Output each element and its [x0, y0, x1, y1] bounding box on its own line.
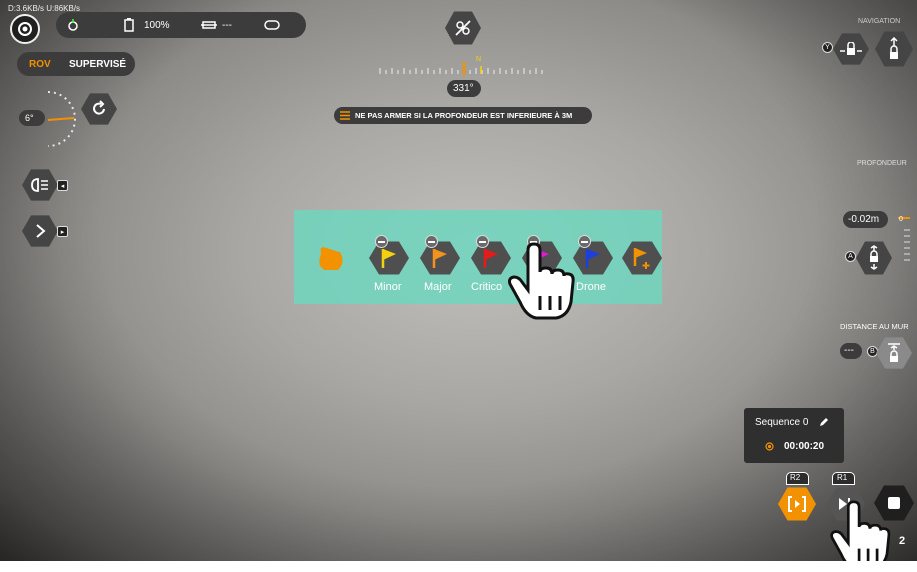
- camera-view: D:3.6KB/s U:86KB/s 100% --- ROV SUPERVIS…: [0, 0, 917, 561]
- warning-banner: NE PAS ARMER SI LA PROFONDEUR EST INFERI…: [334, 107, 592, 124]
- r1-key-badge: R1: [832, 472, 855, 485]
- disarm-button[interactable]: [445, 11, 481, 45]
- depth-lock-button[interactable]: [856, 241, 892, 275]
- edit-pencil-icon[interactable]: [819, 417, 829, 427]
- add-flag-icon: [633, 248, 650, 269]
- flag-major-icon: [432, 249, 447, 268]
- depth-badge: -0.02m: [843, 211, 888, 228]
- gamepad-icon: [264, 20, 280, 30]
- heading-value: 331°: [453, 83, 474, 94]
- camera-icon: [18, 22, 32, 36]
- mode-rov[interactable]: ROV: [29, 59, 51, 70]
- tilt-value: 6°: [25, 113, 34, 123]
- wall-lock-badge: B: [867, 346, 878, 357]
- flag-drone-label: Drone: [576, 281, 606, 293]
- forward-lock-button[interactable]: [875, 31, 913, 67]
- depth-label: PROFONDEUR: [857, 160, 907, 167]
- remove-major-icon[interactable]: [425, 235, 438, 248]
- camera-menu-button[interactable]: [10, 14, 40, 44]
- navigation-label: NAVIGATION: [858, 18, 901, 25]
- lights-key-badge: ◂: [57, 180, 68, 191]
- remove-critical-icon[interactable]: [476, 235, 489, 248]
- battery-icon: [124, 18, 134, 32]
- headlight-icon: [31, 178, 48, 192]
- tether-value: ---: [222, 20, 232, 31]
- reset-tilt-button[interactable]: [81, 93, 117, 125]
- motor-off-icon: [455, 20, 471, 36]
- compass-strip: [379, 62, 543, 76]
- expand-key-badge: ▸: [57, 226, 68, 237]
- gps-icon: [68, 19, 78, 31]
- battery-percent: 100%: [144, 20, 170, 31]
- mode-supervised[interactable]: SUPERVISÉ: [69, 59, 126, 70]
- heading-badge: 331°: [447, 80, 481, 97]
- screenshot-sequence-button[interactable]: [778, 487, 816, 521]
- sequence-time: 00:00:20: [784, 441, 825, 452]
- r1-label: R1: [837, 473, 848, 482]
- hand-pointer-icon-2: [830, 500, 891, 561]
- wall-distance-label: DISTANCE AU MUR: [840, 322, 909, 331]
- bracket-play-icon: [788, 496, 806, 512]
- status-bar: 100% ---: [56, 12, 306, 38]
- wall-distance-value: ---: [844, 345, 854, 356]
- chevron-right-icon: [36, 224, 46, 238]
- flag-critical-icon: [483, 249, 498, 268]
- tilt-badge: 6°: [19, 110, 45, 126]
- wall-distance-badge: ---: [840, 343, 862, 359]
- flag-critical-label: Critico: [471, 281, 503, 293]
- nav-lock-badge: Y: [822, 42, 833, 53]
- r2-label: R2: [790, 473, 801, 482]
- sequence-card: Sequence 0 00:00:20: [744, 408, 844, 463]
- warning-icon: [340, 111, 350, 120]
- refresh-icon: [93, 100, 105, 115]
- warning-text: NE PAS ARMER SI LA PROFONDEUR EST INFERI…: [355, 111, 573, 120]
- flag-minor-label: Minor: [374, 281, 402, 293]
- wall-lock-button[interactable]: [876, 337, 912, 369]
- recording-dot-icon: [765, 442, 774, 451]
- record-count: 2: [899, 535, 906, 547]
- lights-button[interactable]: [22, 169, 58, 201]
- tether-icon: [201, 21, 217, 29]
- lateral-lock-icon: [840, 42, 862, 55]
- expand-panel-button[interactable]: [22, 215, 58, 247]
- remove-drone-icon[interactable]: [578, 235, 591, 248]
- depth-lock-icon: [870, 245, 878, 270]
- hand-pointer-icon: [508, 242, 575, 320]
- depth-value: -0.02m: [848, 214, 880, 225]
- sequence-title: Sequence 0: [755, 417, 809, 428]
- flag-minor-icon: [381, 249, 396, 268]
- depth-scale-zero: 0: [899, 216, 903, 223]
- remove-minor-icon[interactable]: [375, 235, 388, 248]
- depth-lock-badge: A: [845, 251, 856, 262]
- lateral-lock-button[interactable]: [833, 33, 869, 65]
- flag-major-label: Major: [424, 281, 452, 293]
- r2-key-badge: R2: [786, 472, 809, 485]
- mode-selector: ROV SUPERVISÉ: [17, 52, 135, 76]
- flag-menu-icon[interactable]: [314, 244, 348, 274]
- flag-drone-icon: [585, 249, 600, 268]
- forward-lock-icon: [890, 37, 898, 59]
- compass-north: N: [476, 56, 482, 63]
- wall-lock-icon: [888, 343, 900, 362]
